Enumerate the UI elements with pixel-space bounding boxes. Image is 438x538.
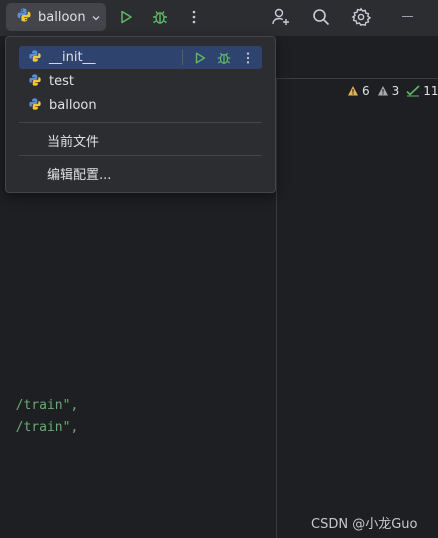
python-icon <box>16 7 32 27</box>
check-icon <box>406 85 420 97</box>
more-vertical-icon[interactable] <box>184 7 204 27</box>
typos-counter[interactable]: 11 <box>406 84 438 98</box>
separator <box>182 50 183 65</box>
dropdown-separator <box>19 155 262 156</box>
code-line-2: /train", <box>0 405 79 435</box>
dropdown-item-init[interactable]: __init__ <box>19 46 262 69</box>
dropdown-item-label: balloon <box>49 98 97 113</box>
main-toolbar: balloon <box>0 0 438 37</box>
warning-icon <box>348 86 358 96</box>
minimize-icon[interactable] <box>402 16 413 17</box>
run-config-selector[interactable]: balloon <box>6 3 106 31</box>
code-line-2-text: /train", <box>15 420 79 435</box>
dropdown-separator <box>19 122 262 123</box>
dropdown-item-label: test <box>49 74 74 89</box>
editor-right-pane <box>276 37 438 538</box>
python-icon <box>28 96 42 115</box>
warnings-count: 6 <box>362 84 370 98</box>
dropdown-item-actions <box>182 46 262 69</box>
search-icon[interactable] <box>311 7 331 27</box>
inspection-widget[interactable]: 6 3 11 <box>347 84 438 98</box>
run-icon[interactable] <box>116 7 136 27</box>
chevron-down-icon <box>91 8 101 27</box>
run-icon[interactable] <box>190 48 210 68</box>
python-icon <box>28 72 42 91</box>
edit-configurations-item[interactable]: 编辑配置... <box>47 164 111 183</box>
settings-icon[interactable] <box>351 7 371 27</box>
dropdown-item-label: __init__ <box>49 50 96 65</box>
dropdown-item-test[interactable]: test <box>19 70 262 93</box>
warnings-counter[interactable]: 6 <box>347 84 370 98</box>
python-icon <box>28 48 42 67</box>
run-config-label: balloon <box>38 9 86 25</box>
run-config-dropdown: __init__ test balloon 当前文件 编辑配置... <box>5 36 276 193</box>
current-file-item[interactable]: 当前文件 <box>47 131 99 150</box>
debug-icon[interactable] <box>150 7 170 27</box>
weak-warning-icon <box>377 86 388 96</box>
editor-tabs-strip <box>276 37 438 79</box>
dropdown-item-balloon[interactable]: balloon <box>19 94 262 117</box>
watermark: CSDN @小龙Guo <box>311 517 418 532</box>
add-user-icon[interactable] <box>271 7 291 27</box>
typos-count: 11 <box>423 84 438 98</box>
weak-warnings-count: 3 <box>391 84 400 98</box>
weak-warnings-counter[interactable]: 3 <box>377 84 400 98</box>
more-vertical-icon[interactable] <box>238 48 258 68</box>
debug-icon[interactable] <box>214 48 234 68</box>
